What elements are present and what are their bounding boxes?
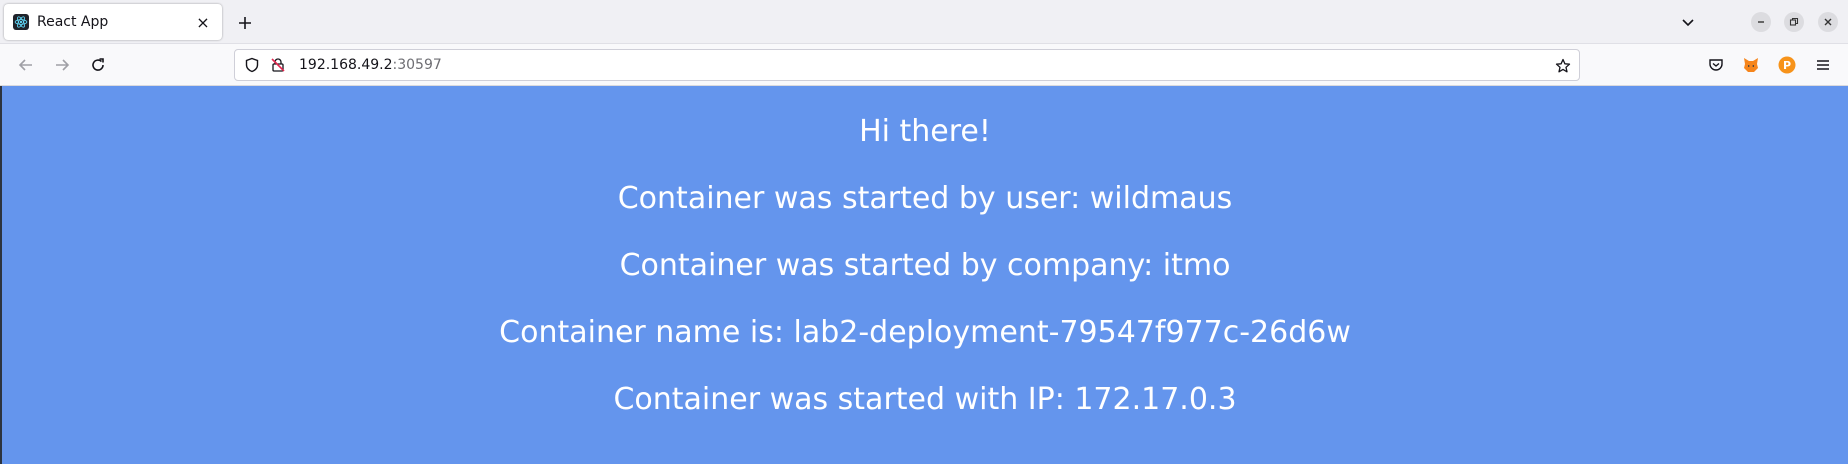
p-circle-label: P: [1783, 59, 1791, 72]
greeting-text: Hi there!: [859, 114, 991, 149]
fox-icon[interactable]: [1740, 54, 1762, 76]
page-content: Hi there! Container was started by user:…: [0, 86, 1848, 464]
address-bar[interactable]: 192.168.49.2:30597: [234, 49, 1580, 81]
url-text[interactable]: 192.168.49.2:30597: [299, 57, 442, 73]
tab-react-app[interactable]: React App ×: [4, 4, 222, 40]
close-tab-icon[interactable]: ×: [192, 11, 214, 33]
react-icon: [13, 14, 29, 30]
reload-button[interactable]: [86, 53, 110, 77]
insecure-lock-icon[interactable]: [269, 56, 287, 74]
close-window-button[interactable]: [1818, 12, 1838, 32]
minimize-button[interactable]: [1751, 12, 1771, 32]
url-port: :30597: [392, 57, 442, 73]
reload-icon: [92, 58, 104, 71]
pocket-icon[interactable]: [1705, 54, 1727, 76]
p-circle-icon[interactable]: P: [1776, 54, 1798, 76]
ip-text: Container was started with IP: 172.17.0.…: [613, 382, 1237, 417]
forward-button[interactable]: [50, 53, 74, 77]
back-button[interactable]: [14, 53, 38, 77]
company-text: Container was started by company: itmo: [619, 248, 1231, 283]
chevron-down-icon[interactable]: [1676, 10, 1700, 34]
tab-strip: React App ×: [0, 0, 1848, 44]
shield-icon[interactable]: [243, 56, 261, 74]
url-host: 192.168.49.2: [299, 57, 393, 73]
container-name-text: Container name is: lab2-deployment-79547…: [499, 315, 1351, 350]
restore-button[interactable]: [1784, 12, 1804, 32]
hamburger-menu-icon[interactable]: [1812, 54, 1834, 76]
user-text: Container was started by user: wildmaus: [617, 181, 1233, 216]
tab-title: React App: [37, 14, 109, 30]
arrow-left-icon: [18, 59, 32, 71]
new-tab-button[interactable]: [232, 10, 258, 36]
arrow-right-icon: [56, 59, 70, 71]
star-icon[interactable]: [1553, 56, 1573, 76]
navigation-toolbar: 192.168.49.2:30597 P: [0, 44, 1848, 86]
